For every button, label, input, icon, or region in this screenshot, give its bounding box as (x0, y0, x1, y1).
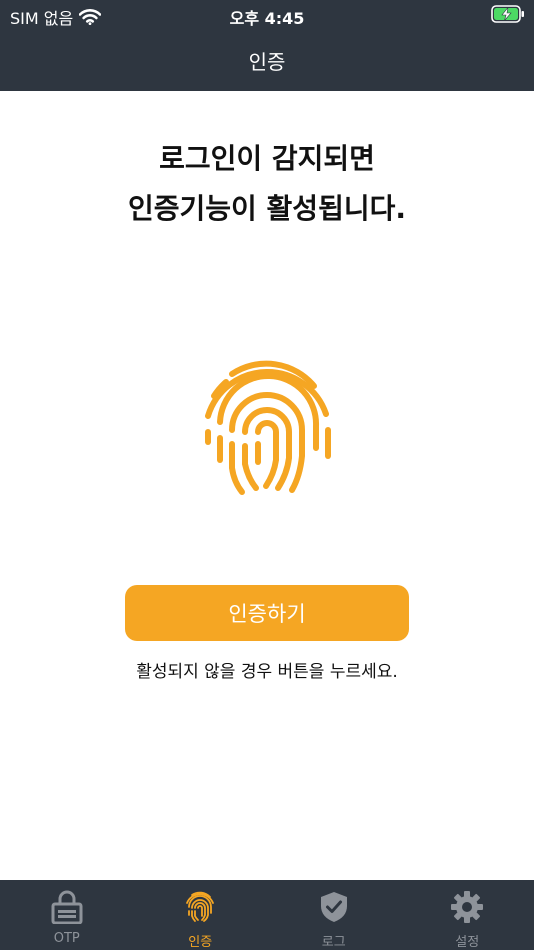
status-bar: SIM 없음 오후 4:45 (0, 0, 534, 30)
tab-bar: OTP 인증 로그 설정 (0, 880, 534, 950)
tab-log[interactable]: 로그 (267, 880, 401, 950)
lock-icon (51, 890, 83, 924)
status-time: 오후 4:45 (229, 9, 305, 28)
tab-auth[interactable]: 인증 (134, 880, 268, 950)
battery-charging-icon (491, 5, 524, 23)
headline: 로그인이 감지되면 인증기능이 활성됩니다. (0, 134, 534, 234)
headline-line-1: 로그인이 감지되면 (159, 142, 375, 175)
tab-label-auth: 인증 (188, 935, 213, 950)
auth-screen: SIM 없음 오후 4:45 인증 로그인이 감지되면 인증기능이 활성됩니다. (0, 0, 534, 950)
headline-line-2: 인증기능이 활성됩니다. (128, 192, 406, 225)
fingerprint-icon (186, 891, 215, 922)
gear-icon (451, 891, 484, 923)
tab-otp[interactable]: OTP (0, 880, 134, 950)
helper-text: 활성되지 않을 경우 버튼을 누르세요. (136, 662, 398, 682)
auth-button[interactable]: 인증하기 (125, 585, 409, 641)
tab-settings[interactable]: 설정 (401, 880, 534, 950)
tab-label-log: 로그 (321, 935, 346, 950)
tab-label-otp: OTP (53, 931, 80, 946)
page-title: 인증 (248, 50, 286, 74)
top-bar: SIM 없음 오후 4:45 인증 (0, 0, 534, 91)
shield-check-icon (320, 892, 347, 922)
tab-label-settings: 설정 (455, 935, 480, 950)
fingerprint-icon (205, 360, 331, 495)
